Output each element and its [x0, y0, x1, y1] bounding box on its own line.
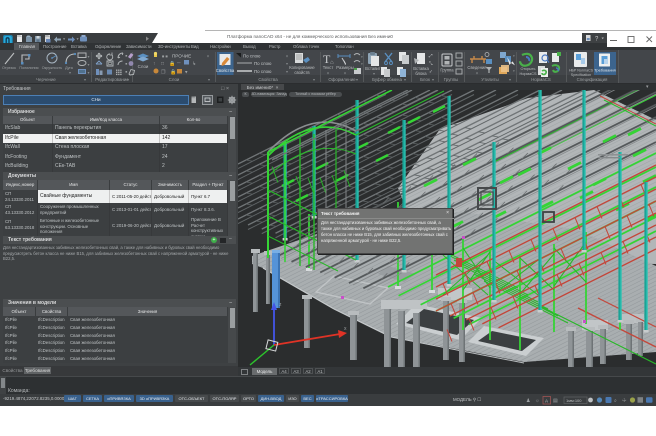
svg-text:блока: блока: [415, 71, 427, 76]
svg-text:▾: ▾: [88, 62, 90, 67]
svg-text:Редактирование: Редактирование: [95, 77, 129, 82]
svg-text:■ ■: ■ ■: [162, 54, 169, 59]
svg-text:1мм:100: 1мм:100: [566, 398, 582, 403]
svg-text:▾: ▾: [208, 77, 210, 82]
svg-text:▾: ▾: [286, 69, 288, 74]
svg-text:Слои: Слои: [169, 77, 180, 82]
svg-text:Полилиния: Полилиния: [19, 66, 38, 70]
svg-text:♟: ♟: [526, 398, 530, 404]
svg-text:▾: ▾: [476, 71, 478, 76]
svg-text:Оформление: Оформление: [328, 77, 356, 82]
svg-text:❐: ❐: [161, 70, 166, 76]
svg-text:▾: ▾: [286, 54, 288, 59]
svg-text:▾: ▾: [127, 77, 129, 82]
svg-text:Свойства: Свойства: [216, 68, 235, 73]
svg-text:⤡: ⤡: [429, 61, 433, 66]
svg-text:☩: ☩: [622, 398, 627, 404]
svg-text:✓: ✓: [429, 69, 433, 74]
svg-text:▾: ▾: [432, 77, 434, 82]
svg-text:z: z: [279, 302, 282, 308]
svg-text:Группы: Группы: [444, 77, 459, 82]
svg-text:Размеры: Размеры: [336, 65, 353, 70]
svg-text:По слою: По слою: [254, 69, 272, 74]
svg-text:?: ?: [595, 37, 599, 43]
svg-text:☼: ☼: [535, 398, 540, 404]
svg-text:▾: ▾: [361, 62, 363, 66]
svg-text:А: А: [545, 399, 549, 404]
svg-text:□: □: [161, 61, 164, 67]
svg-text:▾: ▾: [88, 54, 90, 59]
svg-text:x: x: [344, 326, 347, 332]
svg-text:Окружность: Окружность: [42, 66, 62, 70]
svg-text:▤: ▤: [553, 398, 558, 404]
svg-text:▾: ▾: [313, 77, 315, 82]
svg-text:▾: ▾: [344, 71, 346, 76]
svg-text:▾: ▾: [69, 70, 71, 75]
svg-text:▾: ▾: [185, 70, 188, 76]
svg-text:↑: ↑: [153, 61, 156, 67]
svg-text:НБР NormaCS: НБР NormaCS: [569, 69, 594, 73]
svg-text:⌕: ⌕: [614, 398, 617, 404]
svg-text:▾: ▾: [286, 61, 288, 66]
svg-text:Текст: Текст: [323, 65, 334, 70]
svg-text:НормаCS: НормаCS: [531, 77, 551, 82]
svg-text:🔒: 🔒: [170, 69, 176, 76]
svg-text:▾: ▾: [49, 70, 51, 75]
svg-text:свойств: свойств: [294, 70, 310, 75]
svg-text:Свойства: Свойства: [258, 77, 278, 82]
svg-text:▾: ▾: [356, 77, 358, 82]
svg-text:▾: ▾: [84, 77, 86, 82]
svg-text:▾: ▾: [327, 71, 329, 76]
svg-text:Блок: Блок: [420, 77, 430, 82]
svg-text:По слою: По слою: [254, 61, 272, 66]
svg-text:Черчение: Черчение: [36, 77, 56, 82]
svg-text:Сведения: Сведения: [467, 65, 486, 70]
svg-text:⤢: ⤢: [429, 53, 433, 58]
svg-text:▾: ▾: [513, 69, 515, 73]
svg-text:↳: ↳: [192, 61, 196, 67]
svg-text:Отрезок: Отрезок: [2, 66, 16, 70]
svg-text:По слою: По слою: [243, 54, 261, 59]
svg-text:─: ─: [176, 61, 181, 67]
svg-text:НормаCS: НормаCS: [520, 72, 537, 76]
svg-text:Буфер обмена: Буфер обмена: [372, 77, 402, 82]
svg-text:Слои: Слои: [138, 64, 149, 69]
svg-text:Требования: Требования: [594, 68, 615, 73]
svg-text:▾: ▾: [207, 54, 209, 59]
svg-text:Утилиты: Утилиты: [481, 77, 498, 82]
svg-text:▾: ▾: [513, 54, 515, 58]
svg-text:▾: ▾: [509, 77, 511, 82]
svg-text:ПРОЧИЕ: ПРОЧИЕ: [172, 54, 191, 59]
svg-text:🔒: 🔒: [169, 60, 175, 67]
svg-text:▾: ▾: [373, 71, 375, 76]
svg-text:Specification: Specification: [571, 73, 591, 77]
svg-text:▾: ▾: [404, 77, 406, 82]
svg-text:Открыть: Открыть: [521, 67, 536, 71]
svg-text:Спецификация: Спецификация: [577, 77, 608, 82]
svg-text:▾: ▾: [361, 55, 363, 59]
svg-text:▾: ▾: [88, 70, 90, 75]
svg-text:Группа: Группа: [440, 68, 454, 73]
